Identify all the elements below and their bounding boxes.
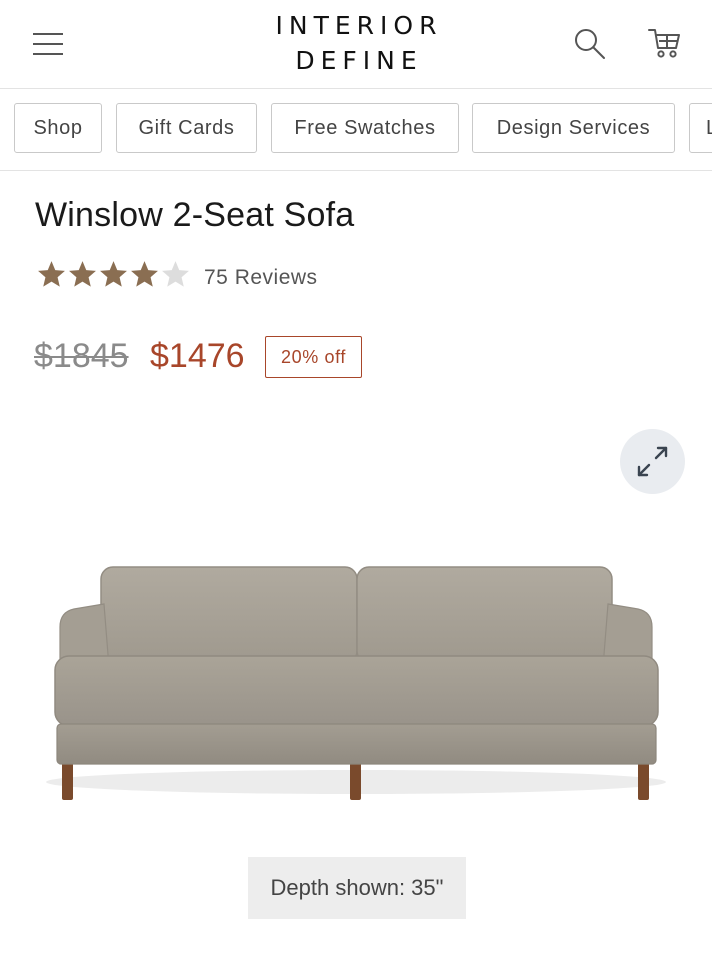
depth-shown-label[interactable]: Depth shown: 35" [248, 857, 466, 919]
hamburger-menu-icon [33, 33, 63, 35]
expand-arrows-icon [637, 446, 668, 477]
reviews-link[interactable]: 75 Reviews [204, 266, 318, 290]
expand-image-button[interactable] [620, 429, 685, 494]
search-button[interactable] [572, 26, 608, 62]
search-icon [575, 29, 605, 59]
nav-chip-free-swatches[interactable]: Free Swatches [271, 103, 459, 153]
category-nav: Shop Gift Cards Free Swatches Design Ser… [0, 89, 712, 171]
star-icon-filled [100, 261, 127, 287]
menu-button[interactable] [33, 30, 65, 58]
nav-chip-design-services[interactable]: Design Services [472, 103, 675, 153]
nav-chip-gift-cards[interactable]: Gift Cards [116, 103, 257, 153]
logo-line-2: DEFINE [295, 46, 423, 75]
hamburger-menu-icon-line [33, 43, 63, 45]
sale-price: $1476 [150, 337, 245, 375]
star-icon-filled [38, 261, 65, 287]
logo-line-1: INTERIOR [275, 11, 443, 40]
nav-chip-shop[interactable]: Shop [14, 103, 102, 153]
hamburger-menu-icon-line [33, 53, 63, 55]
site-header: INTERIOR DEFINE [0, 0, 712, 89]
cart-button[interactable] [646, 24, 684, 62]
nav-chip-partial[interactable]: L [689, 103, 712, 153]
product-page: INTERIOR DEFINE Shop Gift Cards Free Swa… [0, 0, 712, 960]
product-image-sofa [46, 566, 666, 800]
star-rating[interactable] [36, 259, 191, 293]
star-icon-filled [69, 261, 96, 287]
star-icon-empty [162, 261, 189, 287]
original-price: $1845 [34, 337, 129, 375]
site-logo[interactable]: INTERIOR DEFINE [270, 8, 443, 78]
star-icon-filled [131, 261, 158, 287]
product-title: Winslow 2-Seat Sofa [35, 196, 355, 234]
shopping-cart-icon [648, 29, 680, 58]
discount-badge: 20% off [265, 336, 362, 378]
